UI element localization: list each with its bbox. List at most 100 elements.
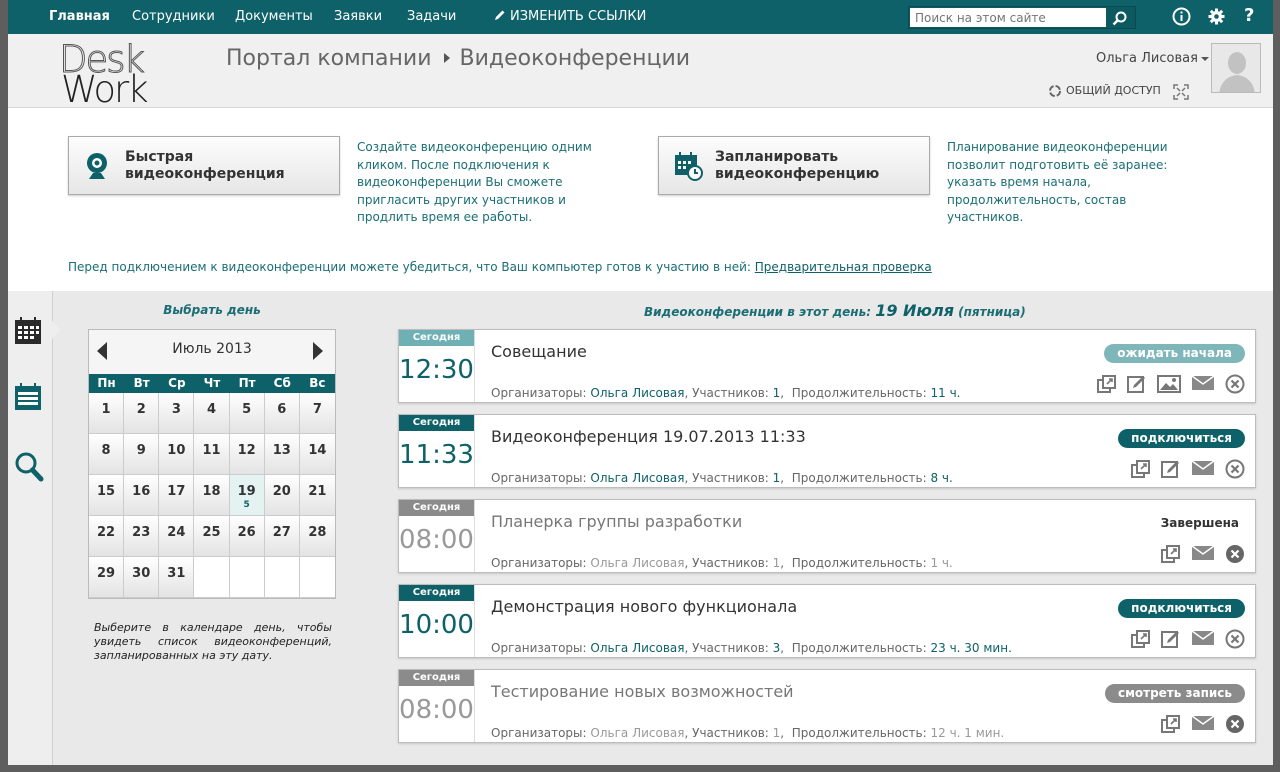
organizer-link[interactable]: Ольга Лисовая bbox=[590, 641, 684, 655]
status-button[interactable]: ожидать начала bbox=[1104, 344, 1245, 363]
precheck-link[interactable]: Предварительная проверка bbox=[755, 260, 932, 274]
calendar-day[interactable]: 3 bbox=[159, 393, 195, 434]
cancel-icon[interactable] bbox=[1225, 714, 1245, 734]
conference-title[interactable]: Планерка группы разработки bbox=[491, 512, 742, 531]
organizers-label: Организаторы: bbox=[491, 386, 587, 400]
edit-icon[interactable] bbox=[1161, 629, 1181, 649]
calendar-day[interactable]: 30 bbox=[124, 557, 160, 598]
status-button[interactable]: подключиться bbox=[1118, 429, 1245, 448]
organizer-link[interactable]: Ольга Лисовая bbox=[590, 471, 684, 485]
search-input[interactable] bbox=[910, 8, 1106, 27]
calendar-day[interactable]: 18 bbox=[194, 475, 230, 516]
open-window-icon[interactable] bbox=[1131, 629, 1151, 649]
calendar-day[interactable]: 28 bbox=[299, 516, 335, 557]
status-button[interactable]: подключиться bbox=[1118, 599, 1245, 618]
organizer-link[interactable]: Ольга Лисовая bbox=[590, 386, 684, 400]
mail-icon[interactable] bbox=[1191, 544, 1215, 564]
deskwork-logo[interactable]: Desk Work bbox=[59, 38, 159, 112]
calendar-day[interactable]: 23 bbox=[124, 516, 160, 557]
calendar-day[interactable]: 27 bbox=[264, 516, 300, 557]
nav-requests[interactable]: Заявки bbox=[334, 9, 382, 24]
calendar-day[interactable]: 10 bbox=[159, 434, 195, 475]
conference-title[interactable]: Совещание bbox=[491, 342, 587, 361]
conference-card[interactable]: Сегодня 12:30 Совещание Организаторы: Ольга… bbox=[398, 329, 1256, 403]
calendar-day[interactable]: 31 bbox=[159, 557, 195, 598]
schedule-list-icon[interactable] bbox=[14, 383, 42, 411]
edit-links-button[interactable]: ИЗМЕНИТЬ ССЫЛКИ bbox=[494, 9, 646, 24]
next-month-icon[interactable] bbox=[313, 342, 323, 360]
nav-tasks[interactable]: Задачи bbox=[407, 9, 456, 24]
mail-icon[interactable] bbox=[1191, 374, 1215, 394]
site-search[interactable] bbox=[908, 6, 1136, 29]
avatar[interactable] bbox=[1211, 43, 1261, 93]
calendar-day[interactable]: 14 bbox=[299, 434, 335, 475]
calendar-day[interactable]: 13 bbox=[264, 434, 300, 475]
conference-time: 12:30 bbox=[399, 355, 474, 385]
calendar-day[interactable]: 16 bbox=[124, 475, 160, 516]
conference-card[interactable]: Сегодня 10:00 Демонстрация нового функцион… bbox=[398, 584, 1256, 658]
help-icon[interactable]: ? bbox=[1244, 5, 1254, 26]
calendar-day[interactable]: 5 bbox=[229, 393, 265, 434]
nav-employees[interactable]: Сотрудники bbox=[132, 9, 215, 24]
calendar-day[interactable]: 22 bbox=[89, 516, 125, 557]
share-button[interactable]: ОБЩИЙ ДОСТУП bbox=[1048, 84, 1161, 98]
calendar-grid-icon[interactable] bbox=[14, 317, 42, 345]
edit-icon[interactable] bbox=[1161, 459, 1181, 479]
conference-card[interactable]: Сегодня 08:00 Планерка группы разработки Ор… bbox=[398, 499, 1256, 573]
calendar-day[interactable]: 17 bbox=[159, 475, 195, 516]
schedule-conference-button[interactable]: Запланировать видеоконференцию bbox=[658, 136, 930, 195]
calendar-day[interactable]: 19 5 bbox=[229, 475, 265, 516]
breadcrumb-portal[interactable]: Портал компании bbox=[226, 46, 432, 71]
edit-icon[interactable] bbox=[1127, 374, 1147, 394]
cancel-icon[interactable] bbox=[1225, 629, 1245, 649]
quick-conference-button[interactable]: Быстрая видеоконференция bbox=[68, 136, 340, 195]
organizer-link[interactable]: Ольга Лисовая bbox=[590, 726, 684, 740]
calendar-clock-icon bbox=[675, 152, 703, 181]
calendar-day[interactable]: 2 bbox=[124, 393, 160, 434]
open-window-icon[interactable] bbox=[1097, 374, 1117, 394]
open-window-icon[interactable] bbox=[1131, 459, 1151, 479]
calendar-day-number: 5 bbox=[242, 402, 252, 417]
calendar-day[interactable]: 26 bbox=[229, 516, 265, 557]
user-menu[interactable]: Ольга Лисовая bbox=[1096, 51, 1209, 66]
conference-title[interactable]: Видеоконференция 19.07.2013 11:33 bbox=[491, 427, 806, 446]
search-icon[interactable] bbox=[14, 451, 44, 483]
calendar-day[interactable]: 7 bbox=[299, 393, 335, 434]
calendar-day[interactable]: 20 bbox=[264, 475, 300, 516]
calendar-day[interactable]: 24 bbox=[159, 516, 195, 557]
conference-title[interactable]: Тестирование новых возможностей bbox=[491, 682, 794, 701]
calendar-day-number: 2 bbox=[136, 402, 146, 417]
calendar-day[interactable]: 8 bbox=[89, 434, 125, 475]
open-window-icon[interactable] bbox=[1161, 544, 1181, 564]
cancel-icon[interactable] bbox=[1225, 374, 1245, 394]
cancel-icon[interactable] bbox=[1225, 459, 1245, 479]
calendar-day[interactable]: 6 bbox=[264, 393, 300, 434]
conference-card[interactable]: Сегодня 08:00 Тестирование новых возможнос… bbox=[398, 669, 1256, 743]
info-icon[interactable] bbox=[1172, 7, 1191, 26]
conference-title[interactable]: Демонстрация нового функционала bbox=[491, 597, 797, 616]
mail-icon[interactable] bbox=[1191, 459, 1215, 479]
calendar-day[interactable]: 21 bbox=[299, 475, 335, 516]
duration-value: 11 ч. bbox=[930, 386, 961, 400]
status-button[interactable]: смотреть запись bbox=[1104, 684, 1245, 703]
calendar-day[interactable]: 11 bbox=[194, 434, 230, 475]
calendar-day[interactable]: 4 bbox=[194, 393, 230, 434]
gear-icon[interactable] bbox=[1207, 7, 1226, 26]
calendar-day[interactable]: 25 bbox=[194, 516, 230, 557]
search-icon[interactable] bbox=[1112, 11, 1127, 26]
calendar-day[interactable]: 1 bbox=[89, 393, 125, 434]
focus-mode-icon[interactable] bbox=[1173, 84, 1189, 100]
open-window-icon[interactable] bbox=[1161, 714, 1181, 734]
calendar-day[interactable]: 12 bbox=[229, 434, 265, 475]
calendar-day[interactable]: 29 bbox=[89, 557, 125, 598]
image-icon[interactable] bbox=[1157, 374, 1181, 394]
cancel-icon[interactable] bbox=[1225, 544, 1245, 564]
calendar-day[interactable]: 9 bbox=[124, 434, 160, 475]
mail-icon[interactable] bbox=[1191, 629, 1215, 649]
nav-documents[interactable]: Документы bbox=[235, 9, 313, 24]
organizer-link[interactable]: Ольга Лисовая bbox=[590, 556, 684, 570]
mail-icon[interactable] bbox=[1191, 714, 1215, 734]
calendar-day[interactable]: 15 bbox=[89, 475, 125, 516]
conference-card[interactable]: Сегодня 11:33 Видеоконференция 19.07.2013 … bbox=[398, 414, 1256, 488]
nav-home[interactable]: Главная bbox=[49, 9, 110, 24]
